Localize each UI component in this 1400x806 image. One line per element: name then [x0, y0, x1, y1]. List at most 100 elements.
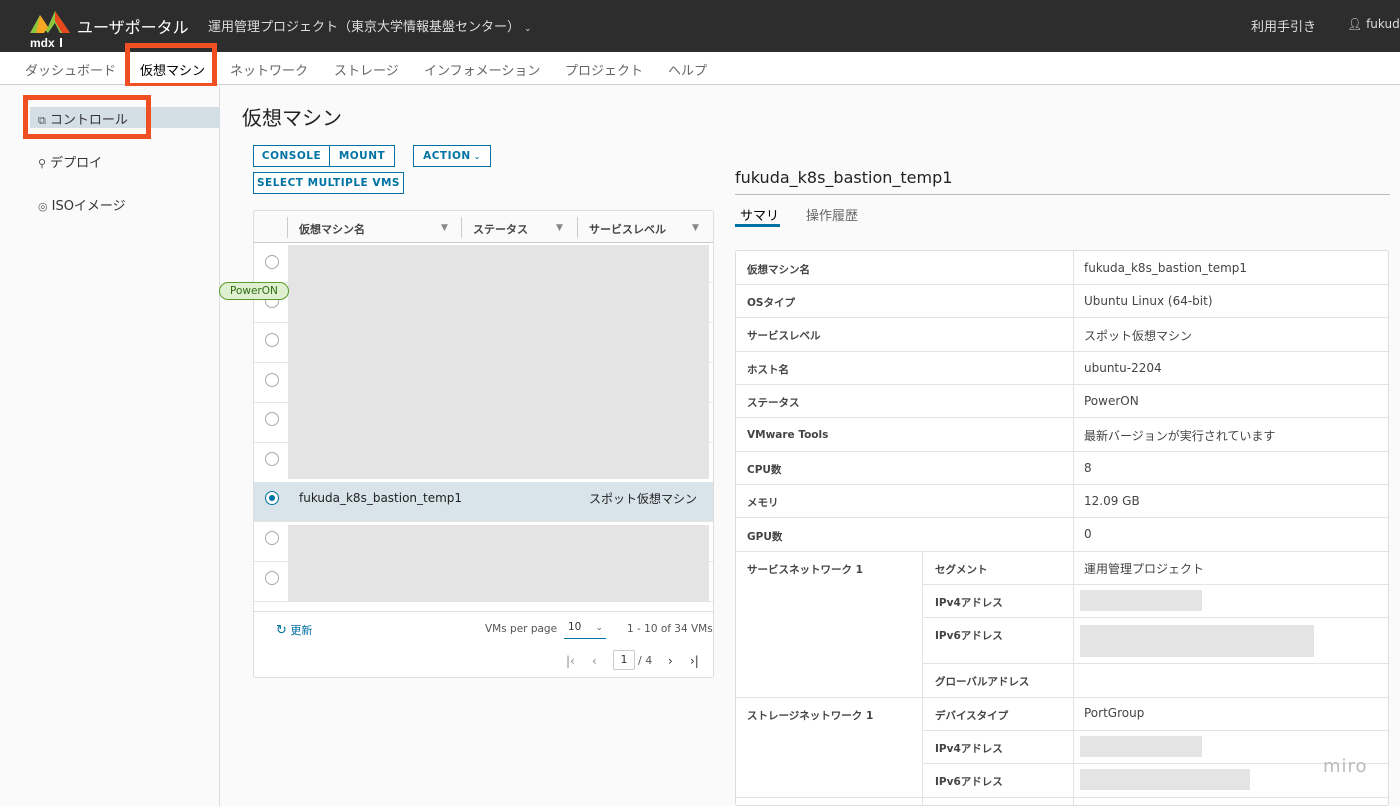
redacted-storage-ipv4: [1080, 736, 1202, 757]
segment-label: セグメント: [935, 564, 988, 576]
user-guide-link[interactable]: 利用手引き: [1251, 16, 1316, 35]
table-row-selected[interactable]: fukuda_k8s_bastion_temp1 スポット仮想マシン: [254, 482, 713, 522]
row-value-gpu: 0: [1084, 527, 1092, 541]
range-text: 1 - 10 of 34 VMs: [627, 623, 713, 635]
sidebar-item-deploy[interactable]: ⚲ デプロイ: [38, 152, 102, 171]
per-page-select[interactable]: 10 ⌄: [564, 621, 606, 639]
storage-ipv6-label: IPv6アドレス: [935, 776, 1003, 788]
next-page-icon[interactable]: ›: [668, 654, 673, 668]
row-divider: [736, 417, 1388, 418]
action-button[interactable]: ACTION ⌄: [413, 145, 491, 167]
storage-ipv4-label: IPv4アドレス: [935, 743, 1003, 755]
service-network-label: サービスネットワーク 1: [747, 564, 863, 576]
ipv6-label: IPv6アドレス: [935, 630, 1003, 642]
row-label-status: ステータス: [747, 397, 800, 409]
nav-item-dashboard[interactable]: ダッシュボード: [25, 60, 116, 79]
column-divider: [922, 551, 923, 805]
tab-active-indicator: [735, 224, 780, 227]
row-divider: [736, 384, 1388, 385]
nav-item-help[interactable]: ヘルプ: [668, 60, 707, 79]
row-label-os-type: OSタイプ: [747, 297, 795, 309]
grid-header: 仮想マシン名 ▼ ステータス ▼ サービスレベル ▼: [254, 211, 713, 243]
detail-divider: [735, 194, 1390, 195]
row-divider: [922, 763, 1388, 764]
column-separator: [287, 217, 288, 238]
page-input[interactable]: 1: [613, 650, 635, 670]
redacted-rows: [288, 525, 709, 601]
row-radio[interactable]: [265, 412, 279, 426]
column-header-status[interactable]: ステータス: [473, 221, 528, 237]
brand-title: ユーザポータル: [77, 18, 189, 37]
action-label: ACTION: [423, 150, 471, 162]
first-page-icon[interactable]: |‹: [566, 654, 575, 668]
filter-icon[interactable]: ▼: [441, 223, 448, 233]
row-divider: [736, 284, 1388, 285]
sidebar: [0, 86, 220, 806]
sidebar-item-iso[interactable]: ◎ ISOイメージ: [38, 195, 126, 214]
last-page-icon[interactable]: ›|: [690, 654, 699, 668]
row-radio[interactable]: [265, 452, 279, 466]
grid-footer: ↻ 更新 VMs per page 10 ⌄ 1 - 10 of 34 VMs |…: [254, 611, 713, 677]
row-divider: [736, 317, 1388, 318]
row-radio[interactable]: [265, 571, 279, 585]
mount-button[interactable]: MOUNT: [329, 145, 395, 167]
page-title: 仮想マシン: [242, 106, 342, 130]
row-radio[interactable]: [265, 373, 279, 387]
page-total: / 4: [638, 654, 653, 667]
nav-item-network[interactable]: ネットワーク: [230, 60, 308, 79]
user-menu[interactable]: 👤︎ fukuda: [1347, 17, 1400, 31]
row-value-cpu: 8: [1084, 461, 1092, 475]
row-label-hostname: ホスト名: [747, 364, 789, 376]
highlight-sidebar-control: [23, 95, 151, 139]
project-selector[interactable]: 運用管理プロジェクト（東京大学情報基盤センター） ⌄: [208, 16, 532, 35]
row-divider: [736, 451, 1388, 452]
tab-summary[interactable]: サマリ: [740, 205, 779, 224]
user-name: fukuda: [1366, 17, 1400, 31]
refresh-button[interactable]: ↻ 更新: [276, 622, 312, 638]
status-badge: PowerON: [219, 282, 289, 300]
row-divider: [736, 484, 1388, 485]
row-divider: [736, 551, 1388, 552]
device-type-value: PortGroup: [1084, 706, 1145, 720]
nav-item-information[interactable]: インフォメーション: [424, 60, 540, 79]
segment-value: 運用管理プロジェクト: [1084, 562, 1205, 576]
row-value-os-type: Ubuntu Linux (64-bit): [1084, 294, 1213, 308]
filter-icon[interactable]: ▼: [692, 223, 699, 233]
redacted-ipv4: [1080, 590, 1202, 611]
select-multiple-vms-button[interactable]: SELECT MULTIPLE VMS: [253, 172, 404, 194]
row-value-memory: 12.09 GB: [1084, 494, 1140, 508]
nav-item-storage[interactable]: ストレージ: [334, 60, 399, 79]
row-radio[interactable]: [265, 255, 279, 269]
tab-history[interactable]: 操作履歴: [806, 205, 858, 224]
row-value-status: PowerON: [1084, 394, 1139, 408]
row-divider: [922, 584, 1388, 585]
prev-page-icon[interactable]: ‹: [592, 654, 597, 668]
column-divider: [1073, 251, 1074, 805]
per-page-value: 10: [568, 621, 582, 633]
nav-item-project[interactable]: プロジェクト: [565, 60, 643, 79]
chevron-down-icon: ⌄: [595, 623, 603, 633]
row-label-gpu: GPU数: [747, 531, 783, 543]
row-value-vmware-tools: 最新バージョンが実行されています: [1084, 429, 1276, 443]
user-icon: 👤︎: [1347, 17, 1363, 31]
service-level-cell: スポット仮想マシン: [589, 492, 698, 506]
redacted-storage-ipv6: [1080, 769, 1250, 790]
filter-icon[interactable]: ▼: [556, 223, 563, 233]
row-radio[interactable]: [265, 531, 279, 545]
row-value-hostname: ubuntu-2204: [1084, 361, 1162, 375]
row-radio-checked[interactable]: [265, 491, 279, 505]
column-separator: [461, 217, 462, 238]
console-button[interactable]: CONSOLE: [253, 145, 330, 167]
row-radio[interactable]: [265, 333, 279, 347]
column-header-service-level[interactable]: サービスレベル: [589, 221, 666, 237]
mdx-logo-icon: mdx: [30, 11, 70, 49]
highlight-nav-vms: [125, 43, 217, 88]
refresh-label: 更新: [290, 624, 313, 637]
chevron-down-icon: ⌄: [524, 24, 532, 34]
column-header-vm-name[interactable]: 仮想マシン名: [299, 221, 365, 237]
row-divider: [922, 663, 1388, 664]
per-page-label: VMs per page: [485, 623, 558, 635]
sidebar-item-label: ISOイメージ: [51, 199, 126, 214]
column-separator: [577, 217, 578, 238]
row-label-memory: メモリ: [747, 497, 779, 509]
